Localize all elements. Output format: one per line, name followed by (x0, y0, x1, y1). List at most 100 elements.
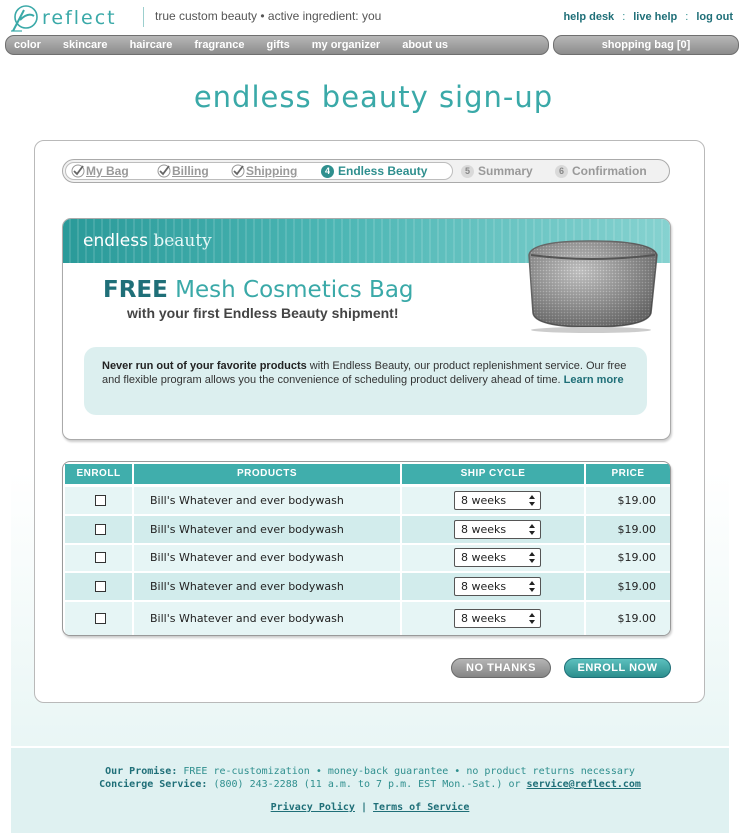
terms-of-service-link[interactable]: Terms of Service (373, 802, 469, 813)
mesh-cosmetics-bag-image (528, 240, 658, 333)
price-cell: $19.00 (586, 573, 670, 600)
nav-item-haircare[interactable]: haircare (130, 39, 173, 51)
price-value: $19.00 (617, 523, 657, 536)
endless-beauty-logo: endless beauty (83, 231, 212, 251)
price-cell: $19.00 (586, 516, 670, 543)
ship-cycle-cell: 8 weeks (402, 487, 584, 514)
ship-cycle-value: 8 weeks (461, 523, 507, 536)
product-cell: Bill's Whatever and ever bodywash (134, 573, 400, 600)
step-number: 6 (555, 164, 568, 178)
enroll-checkbox[interactable] (95, 552, 106, 563)
nav-item-skincare[interactable]: skincare (63, 39, 108, 51)
promise-line: Our Promise: FREE re-customization • mon… (11, 766, 729, 777)
service-email-link[interactable]: service@reflect.com (527, 779, 641, 790)
enroll-cell (65, 487, 132, 514)
help-desk-link[interactable]: help desk (563, 11, 614, 23)
enroll-checkbox[interactable] (95, 581, 106, 592)
ship-cycle-cell: 8 weeks (402, 545, 584, 571)
promise-text: FREE re-customization • money-back guara… (177, 766, 635, 777)
concierge-label: Concierge Service: (99, 779, 208, 790)
price-value: $19.00 (617, 494, 657, 507)
step-number: 5 (461, 164, 474, 178)
nav-item-color[interactable]: color (14, 39, 41, 51)
privacy-policy-link[interactable]: Privacy Policy (271, 802, 355, 813)
ship-cycle-select[interactable]: 8 weeks (454, 520, 541, 539)
promise-label: Our Promise: (105, 766, 178, 777)
product-cell: Bill's Whatever and ever bodywash (134, 602, 400, 635)
logo-word-endless: endless (83, 231, 148, 251)
ship-cycle-select[interactable]: 8 weeks (454, 609, 541, 628)
product-name: Bill's Whatever and ever bodywash (150, 494, 344, 507)
live-help-link[interactable]: live help (633, 11, 677, 23)
reflect-logo[interactable]: reflect (10, 4, 117, 32)
price-cell: $19.00 (586, 602, 670, 635)
ship-cycle-cell: 8 weeks (402, 516, 584, 543)
no-thanks-button[interactable]: NO THANKS (451, 658, 551, 678)
enroll-now-button[interactable]: ENROLL NOW (564, 658, 671, 678)
product-cell: Bill's Whatever and ever bodywash (134, 487, 400, 514)
table-row: Bill's Whatever and ever bodywash 8 weeks… (63, 515, 670, 544)
table-header: ENROLL PRODUCTS SHIP CYCLE PRICE (63, 462, 670, 485)
main-nav: color skincare haircare fragrance gifts … (5, 35, 549, 55)
concierge-line: Concierge Service: (800) 243-2288 (11 a.… (11, 779, 729, 790)
shopping-bag-button[interactable]: shopping bag [0] (553, 35, 739, 55)
step-shipping[interactable]: Shipping (231, 164, 297, 178)
desc-bold: Never run out of your favorite products (102, 360, 307, 372)
enroll-cell (65, 602, 132, 635)
enroll-cell (65, 545, 132, 571)
product-name: Bill's Whatever and ever bodywash (150, 551, 344, 564)
reflect-logo-icon (11, 5, 38, 32)
ship-cycle-value: 8 weeks (461, 551, 507, 564)
header-products: PRODUCTS (134, 464, 400, 484)
nav-item-about-us[interactable]: about us (402, 39, 448, 51)
log-out-link[interactable]: log out (696, 11, 733, 23)
ship-cycle-select[interactable]: 8 weeks (454, 577, 541, 596)
up-down-arrows-icon (529, 613, 535, 624)
enroll-checkbox[interactable] (95, 524, 106, 535)
step-number: 4 (321, 164, 334, 178)
ship-cycle-select[interactable]: 8 weeks (454, 548, 541, 567)
nav-item-my-organizer[interactable]: my organizer (312, 39, 380, 51)
enroll-cell (65, 516, 132, 543)
price-value: $19.00 (617, 580, 657, 593)
step-label: Endless Beauty (338, 164, 428, 178)
ship-cycle-value: 8 weeks (461, 580, 507, 593)
site-header: reflect true custom beauty • active ingr… (0, 0, 747, 34)
step-label: Shipping (246, 164, 298, 178)
nav-item-gifts[interactable]: gifts (267, 39, 290, 51)
table-row: Bill's Whatever and ever bodywash 8 weeks… (63, 572, 670, 601)
check-icon (157, 164, 171, 178)
ship-cycle-cell: 8 weeks (402, 573, 584, 600)
ship-cycle-select[interactable]: 8 weeks (454, 491, 541, 510)
price-cell: $19.00 (586, 487, 670, 514)
learn-more-link[interactable]: Learn more (564, 374, 624, 386)
tagline-divider (143, 7, 144, 27)
ship-cycle-value: 8 weeks (461, 494, 507, 507)
logo-text: reflect (42, 7, 117, 29)
logo-word-beauty: beauty (153, 231, 212, 251)
product-name: Bill's Whatever and ever bodywash (150, 523, 344, 536)
ship-cycle-value: 8 weeks (461, 612, 507, 625)
checkout-steps: My Bag Billing Shipping 4 Endless Beauty… (62, 159, 670, 183)
step-my-bag[interactable]: My Bag (71, 164, 129, 178)
header-price: PRICE (586, 464, 670, 484)
endless-beauty-promo: endless beauty FREE Mesh Cosmetics Bag w… (62, 218, 671, 440)
enroll-table: ENROLL PRODUCTS SHIP CYCLE PRICE Bill's … (62, 461, 671, 636)
up-down-arrows-icon (529, 552, 535, 563)
step-billing[interactable]: Billing (157, 164, 209, 178)
enroll-checkbox[interactable] (95, 495, 106, 506)
step-label: Billing (172, 164, 209, 178)
table-row: Bill's Whatever and ever bodywash 8 weeks… (63, 544, 670, 572)
ship-cycle-cell: 8 weeks (402, 602, 584, 635)
step-confirmation: 6 Confirmation (555, 164, 647, 178)
utility-separator: : (622, 11, 626, 23)
step-label: My Bag (86, 164, 129, 178)
product-cell: Bill's Whatever and ever bodywash (134, 516, 400, 543)
nav-item-fragrance[interactable]: fragrance (194, 39, 244, 51)
enroll-checkbox[interactable] (95, 613, 106, 624)
price-value: $19.00 (617, 612, 657, 625)
utility-links: help desk : live help : log out (563, 11, 733, 23)
tagline: true custom beauty • active ingredient: … (155, 9, 382, 23)
product-name: Bill's Whatever and ever bodywash (150, 612, 344, 625)
product-name: Bill's Whatever and ever bodywash (150, 580, 344, 593)
